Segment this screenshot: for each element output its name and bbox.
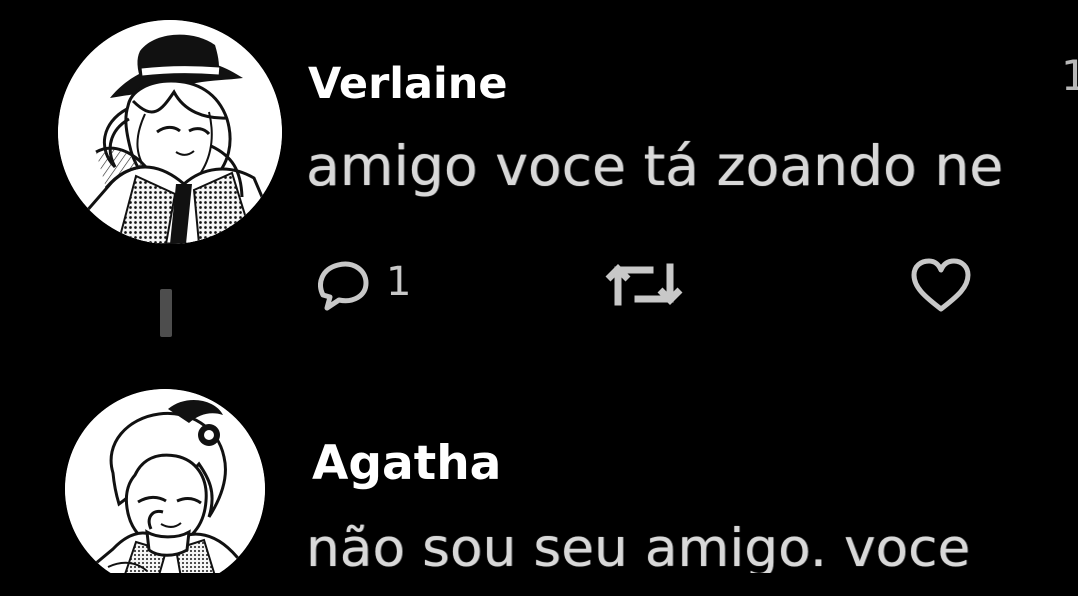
retweet-button[interactable]: [605, 257, 683, 312]
truncated-text-fragment: 1: [1061, 55, 1078, 96]
retweet-icon: [605, 263, 683, 306]
heart-icon: [911, 258, 971, 312]
reply-icon: [318, 261, 369, 311]
agatha-avatar[interactable]: [65, 389, 265, 589]
reply-thread: Verlaine amigo voce tá zoando ne 1 1 Aga…: [0, 0, 1078, 596]
agatha-author-name[interactable]: Agatha: [312, 440, 501, 487]
verlaine-avatar[interactable]: [58, 20, 282, 244]
thread-connector-line: [160, 289, 172, 337]
verlaine-message-text: amigo voce tá zoando ne: [306, 134, 1004, 198]
like-button[interactable]: [908, 258, 974, 314]
bottom-crop-area: [0, 573, 1078, 596]
agatha-message-text: não sou seu amigo. voce: [306, 518, 971, 579]
reply-action[interactable]: 1: [314, 259, 424, 313]
reply-count: 1: [386, 259, 412, 305]
verlaine-avatar-icon: [58, 20, 282, 244]
verlaine-author-name[interactable]: Verlaine: [308, 63, 508, 106]
agatha-avatar-icon: [65, 389, 265, 589]
